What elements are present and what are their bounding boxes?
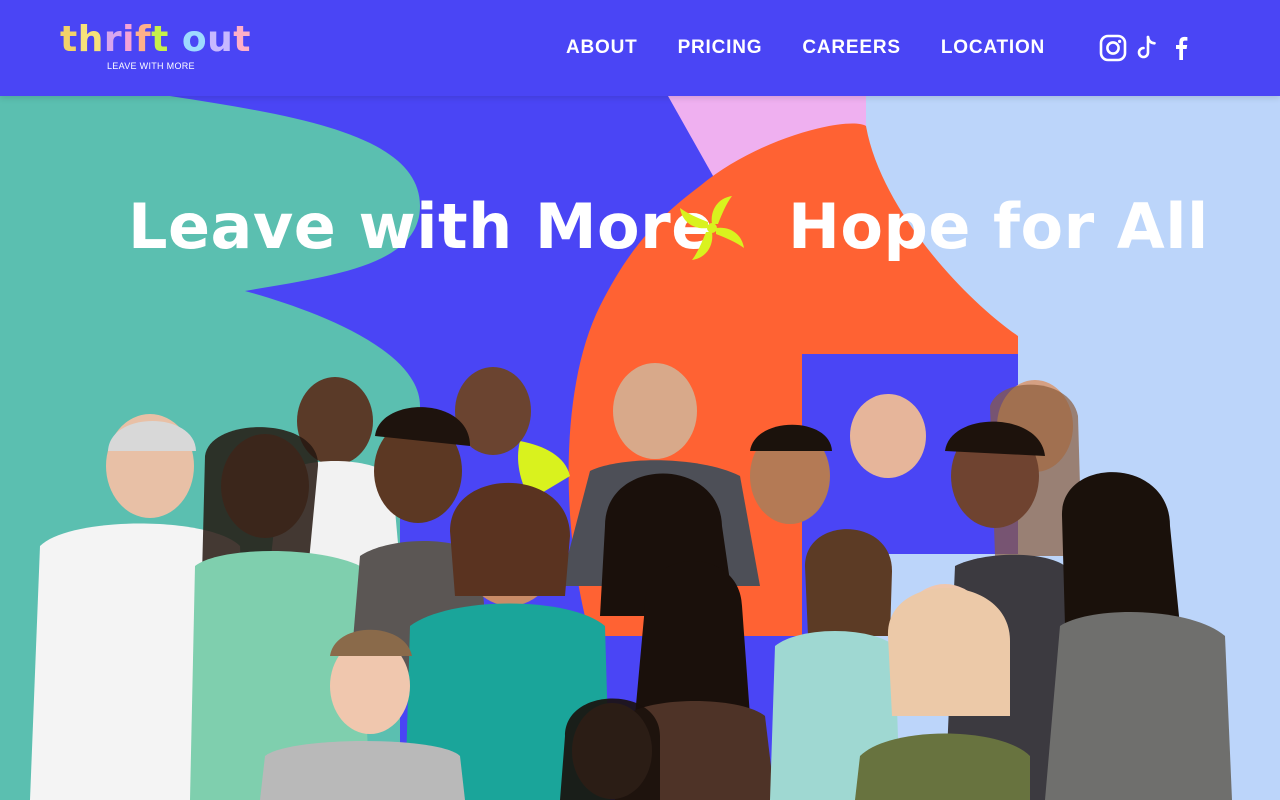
facebook-icon[interactable] — [1166, 33, 1196, 63]
logo-wordmark: thrift out — [60, 19, 251, 60]
instagram-icon[interactable] — [1098, 33, 1128, 63]
logo-letter: i — [122, 19, 135, 60]
hero-headline-right: Hope for All — [788, 190, 1209, 263]
logo-letter — [169, 20, 182, 60]
nav-location-link[interactable]: LOCATION — [941, 34, 1045, 62]
main-nav: ABOUT PRICING CAREERS LOCATION — [566, 34, 1045, 62]
nav-pricing-link[interactable]: PRICING — [678, 34, 763, 62]
logo-letter: t — [233, 19, 251, 60]
site-header: thrift out LEAVE WITH MORE ABOUT PRICING… — [0, 0, 1280, 96]
logo-letter: o — [181, 19, 208, 60]
nav-about-link[interactable]: ABOUT — [566, 34, 638, 62]
person-silhouettes — [30, 363, 1232, 800]
logo-letter: r — [103, 19, 123, 60]
logo-letter: f — [134, 19, 152, 60]
logo-tagline: LEAVE WITH MORE — [107, 61, 195, 71]
hero-headline-left: Leave with More — [128, 190, 714, 263]
logo-letter: u — [207, 19, 234, 60]
logo-letter: h — [77, 19, 104, 60]
logo-letter: t — [60, 19, 78, 60]
logo-letter: t — [151, 19, 169, 60]
group-photo — [30, 363, 1232, 800]
pinwheel-icon — [680, 196, 744, 260]
nav-careers-link[interactable]: CAREERS — [802, 34, 901, 62]
logo[interactable]: thrift out LEAVE WITH MORE — [60, 19, 251, 76]
tiktok-icon[interactable] — [1132, 33, 1162, 63]
hero-section: Leave with More Hope for All — [0, 96, 1280, 800]
social-links — [1098, 33, 1200, 63]
